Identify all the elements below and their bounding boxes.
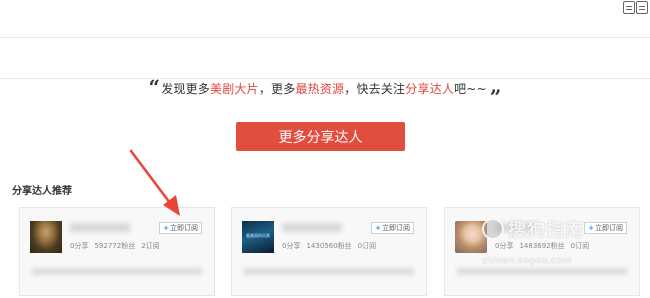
sharer-name-blurred[interactable] <box>495 223 535 232</box>
promo-highlight-sharers: 分享达人 <box>405 82 455 96</box>
sharer-name-blurred[interactable] <box>282 223 342 232</box>
avatar-caption: 最美丽的风景 <box>246 233 270 238</box>
sharer-card[interactable]: + 立即订阅 0分享 592772粉丝 2订阅 <box>19 207 215 296</box>
promo-highlight-resources: 最热资源 <box>295 82 345 96</box>
subscribe-button[interactable]: + 立即订阅 <box>159 222 202 234</box>
promo-part4: 吧~~ <box>454 82 487 96</box>
sharer-description-blurred <box>457 268 627 275</box>
sub-count: 0订阅 <box>357 242 377 250</box>
header-band <box>0 39 650 79</box>
subscribe-label: 立即订阅 <box>382 224 410 232</box>
sharer-stats: 0分享 1483692粉丝 0订阅 <box>495 241 595 251</box>
promo-text: “发现更多美剧大片，更多最热资源，快去关注分享达人吧~~” <box>0 77 650 107</box>
sharer-card[interactable]: 最美丽的风景 + 立即订阅 0分享 1430560粉丝 0订阅 <box>231 207 427 296</box>
plus-icon: + <box>163 224 169 232</box>
avatar[interactable]: 最美丽的风景 <box>242 221 274 253</box>
share-count: 0分享 <box>282 242 301 250</box>
sharer-stats: 0分享 1430560粉丝 0订阅 <box>282 241 382 251</box>
promo-part3: ，快去关注 <box>344 82 406 96</box>
open-quote: “ <box>148 74 161 99</box>
more-sharers-button[interactable]: 更多分享达人 <box>236 122 405 151</box>
sharer-stats: 0分享 592772粉丝 2订阅 <box>70 241 166 251</box>
sharer-name-blurred[interactable] <box>70 223 130 232</box>
fan-count: 1430560粉丝 <box>306 242 352 250</box>
calendar-icon[interactable] <box>623 1 635 14</box>
subscribe-label: 立即订阅 <box>595 224 623 232</box>
sub-count: 2订阅 <box>141 242 160 250</box>
sharer-description-blurred <box>244 268 414 275</box>
share-count: 0分享 <box>70 242 89 250</box>
grid-icon[interactable] <box>636 1 648 14</box>
plus-icon: + <box>375 224 381 232</box>
topbar-icons <box>623 1 648 14</box>
sharer-card[interactable]: + 立即订阅 0分享 1483692粉丝 0订阅 <box>444 207 640 296</box>
sub-count: 0订阅 <box>570 242 590 250</box>
promo-highlight-drama: 美剧大片 <box>210 82 259 96</box>
plus-icon: + <box>588 224 594 232</box>
top-bar <box>0 0 650 38</box>
section-title: 分享达人推荐 <box>12 186 72 197</box>
avatar[interactable] <box>30 221 62 253</box>
subscribe-button[interactable]: + 立即订阅 <box>371 222 414 234</box>
promo-part1: 发现更多 <box>161 82 211 96</box>
close-quote: ” <box>489 84 502 109</box>
avatar[interactable] <box>455 221 487 253</box>
subscribe-label: 立即订阅 <box>170 224 198 232</box>
sharer-description-blurred <box>32 268 202 275</box>
subscribe-button[interactable]: + 立即订阅 <box>584 222 627 234</box>
promo-part2: ，更多 <box>258 82 296 96</box>
fan-count: 1483692粉丝 <box>519 242 565 250</box>
fan-count: 592772粉丝 <box>94 242 136 250</box>
share-count: 0分享 <box>495 242 514 250</box>
